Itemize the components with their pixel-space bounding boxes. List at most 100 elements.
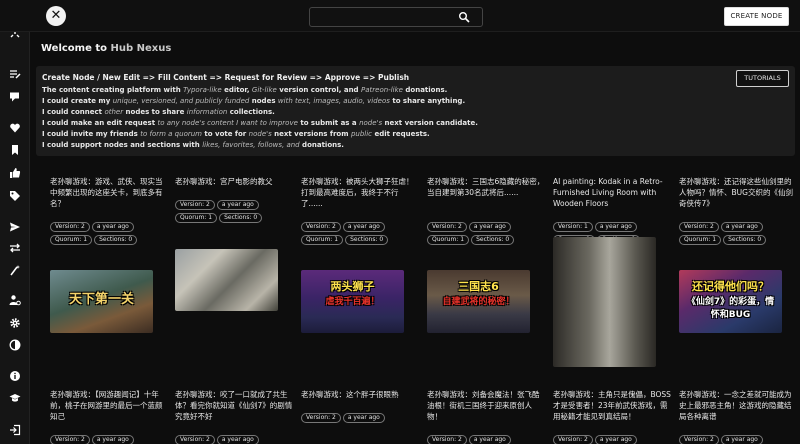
quorum-badge: Quorum: 1 [301,235,344,245]
magic-wand-icon[interactable] [8,263,22,277]
sections-badge: Sections: 0 [345,235,389,245]
info-icon[interactable] [8,369,22,383]
node-thumbnail[interactable]: 天下第一关 [50,270,153,333]
intro-segment: next versions from [271,130,351,138]
welcome-prefix: Welcome to [41,43,111,54]
age-badge: a year ago [468,435,511,444]
intro-segment: likes, favorites, follows, and [202,141,300,149]
edit-list-icon[interactable] [8,67,22,81]
node-card[interactable]: 老孙聊游戏：宫尸电影的教父 Version: 2a year ago Quorum:… [175,176,293,376]
tag-icon[interactable] [8,189,22,203]
sections-badge: Sections: 0 [219,213,263,223]
intro-segment: The content creating platform with [42,86,184,94]
create-node-button[interactable]: CREATE NODE [724,7,789,26]
node-title[interactable]: 老孙聊游戏：这个胖子很眼熟 [301,389,419,400]
node-card[interactable]: 老孙聊游戏：咬了一口就成了共生体？看完你就知道《仙剑7》的剧情究竟好不好 Vers… [175,389,293,444]
graduation-icon[interactable] [8,391,22,405]
thumbnail-caption: 虐我千百遍！ [325,297,380,307]
page-title: Welcome to Hub Nexus [41,43,171,54]
thumbnail-caption: 两头狮子 [330,280,375,293]
swap-icon[interactable] [8,241,22,255]
node-card[interactable]: 老孙聊游戏：一念之差就可能成为史上最邪恶主角！这游戏的隐藏结局各种离谱 Versi… [679,389,797,444]
version-badge: Version: 2 [679,435,719,444]
meta-row: Quorum: 1Sections: 0 [301,226,390,245]
bookmark-icon[interactable] [8,143,22,157]
version-badge: Version: 2 [50,435,90,444]
node-title[interactable]: 老孙聊游戏：一念之差就可能成为史上最邪恶主角！这游戏的隐藏结局各种离谱 [679,389,797,422]
node-title[interactable]: 老孙聊游戏：宫尸电影的教父 [175,176,293,187]
intro-line: The content creating platform with Typor… [42,86,447,94]
search-box[interactable] [309,7,483,27]
node-title[interactable]: AI painting: Kodak in a Retro-Furnished … [553,176,671,209]
workflow-text: Create Node / New Edit => Fill Content =… [42,73,410,82]
contrast-icon[interactable] [8,338,22,352]
logout-icon[interactable] [8,423,22,437]
age-badge: a year ago [91,435,134,444]
node-card[interactable]: 老孙聊游戏：主角只是傀儡，BOSS才是受害者！23年前武侠游戏，需用秘籍才能见到… [553,389,671,444]
node-thumbnail[interactable]: 三国志6 自建武将的秘密！ [427,270,530,333]
intro-segment: I could make an edit request [42,119,158,127]
node-card[interactable]: AI painting: Kodak in a Retro-Furnished … [553,176,671,376]
meta-row: Version: 2a year ago [679,426,765,444]
node-card[interactable]: 老孙聊游戏：【网游趣闻记】十年前，桃子在网游里的最后一个蓝颜知己 Version:… [50,389,168,444]
node-thumbnail[interactable] [175,249,278,311]
intro-segment: nodes [249,97,278,105]
intro-panel: Create Node / New Edit => Fill Content =… [36,66,795,156]
node-card[interactable]: 老孙聊游戏：这个胖子很眼熟 Version: 2a year ago [301,389,419,444]
node-title[interactable]: 老孙聊游戏：游戏、武侠、现实当中频繁出现的这座关卡，到底多有名？ [50,176,168,209]
send-icon[interactable] [8,220,22,234]
gear-icon[interactable] [8,316,22,330]
meta-row: Quorum: 1Sections: 0 [427,226,516,245]
intro-segment: other [104,108,124,116]
intro-line: I could support nodes and sections with … [42,141,344,149]
heart-icon[interactable] [8,121,22,135]
chat-icon[interactable] [8,90,22,104]
thumbnail-caption: 天下第一关 [68,292,134,307]
node-title[interactable]: 老孙聊游戏：主角只是傀儡，BOSS才是受害者！23年前武侠游戏，需用秘籍才能见到… [553,389,671,422]
node-thumbnail[interactable] [553,237,656,367]
intro-segment: I could support nodes and sections with [42,141,203,149]
search-input[interactable] [310,8,450,26]
node-card[interactable]: 老孙聊游戏：游戏、武侠、现实当中频繁出现的这座关卡，到底多有名？ Version:… [50,176,168,376]
node-title[interactable]: 老孙聊游戏：【网游趣闻记】十年前，桃子在网游里的最后一个蓝颜知己 [50,389,168,422]
intro-segment: unique, versioned, and publicly funded [112,97,250,105]
intro-segment: nodes to share [123,108,187,116]
meta-row: Version: 2a year ago [553,426,639,444]
node-card[interactable]: 老孙聊游戏：被两头大狮子狂虐！打到最高难度后，我终于不行了...... Versi… [301,176,419,376]
sidebar [0,0,30,444]
intro-line: I could invite my friends to form a quor… [42,130,430,138]
meta-row: Version: 2a year ago [427,426,513,444]
intro-segment: donations. [299,141,344,149]
node-title[interactable]: 老孙聊游戏：三国志6隐藏的秘密，当自建到第30名武将后...... [427,176,545,198]
intro-segment: collections. [227,108,275,116]
intro-line: I could create my unique, versioned, and… [42,97,465,105]
node-thumbnail[interactable]: 还记得他们吗？ 《仙剑7》的彩蛋，情怀和BUG [679,270,782,333]
intro-segment: to submit as a [297,119,360,127]
intro-segment: editor, [221,86,252,94]
node-title[interactable]: 老孙聊游戏：还记得这些仙剑里的人物吗？情怀、BUG交织的《仙剑奇侠传7》 [679,176,797,209]
meta-row: Quorum: 1Sections: 0 [679,226,768,245]
node-title[interactable]: 老孙聊游戏：咬了一口就成了共生体？看完你就知道《仙剑7》的剧情究竟好不好 [175,389,293,422]
intro-segment: with text, images, audio, videos [277,97,390,105]
intro-segment: public [350,130,373,138]
thumbnail-caption: 自建武将的秘密！ [442,297,515,307]
app-logo-icon[interactable]: ✕ [46,6,66,26]
node-card[interactable]: 老孙聊游戏：刘备会魔法！张飞酷油根！街机三国终于迎来原创人物！ Version: … [427,389,545,444]
node-title[interactable]: 老孙聊游戏：被两头大狮子狂虐！打到最高难度后，我终于不行了...... [301,176,419,209]
node-thumbnail[interactable]: 两头狮子虐我千百遍！ [301,270,404,333]
intro-segment: next version candidate. [382,119,478,127]
meta-row: Sections: 0 [175,439,220,444]
intro-segment: node's [248,130,272,138]
node-card[interactable]: 老孙聊游戏：三国志6隐藏的秘密，当自建到第30名武将后...... Version… [427,176,545,376]
thumbs-up-icon[interactable] [8,166,22,180]
node-card[interactable]: 老孙聊游戏：还记得这些仙剑里的人物吗？情怀、BUG交织的《仙剑奇侠传7》 Vers… [679,176,797,376]
search-icon[interactable] [458,11,470,23]
tutorials-button[interactable]: TUTORIALS [736,70,789,87]
user-settings-icon[interactable] [8,293,22,307]
intro-segment: to vote for [201,130,249,138]
meta-row: Quorum: 1Sections: 0 [50,226,139,245]
intro-segment: information [186,108,228,116]
sections-badge: Sections: 0 [94,235,138,245]
node-title[interactable]: 老孙聊游戏：刘备会魔法！张飞酷油根！街机三国终于迎来原创人物！ [427,389,545,422]
quorum-badge: Quorum: 1 [679,235,722,245]
